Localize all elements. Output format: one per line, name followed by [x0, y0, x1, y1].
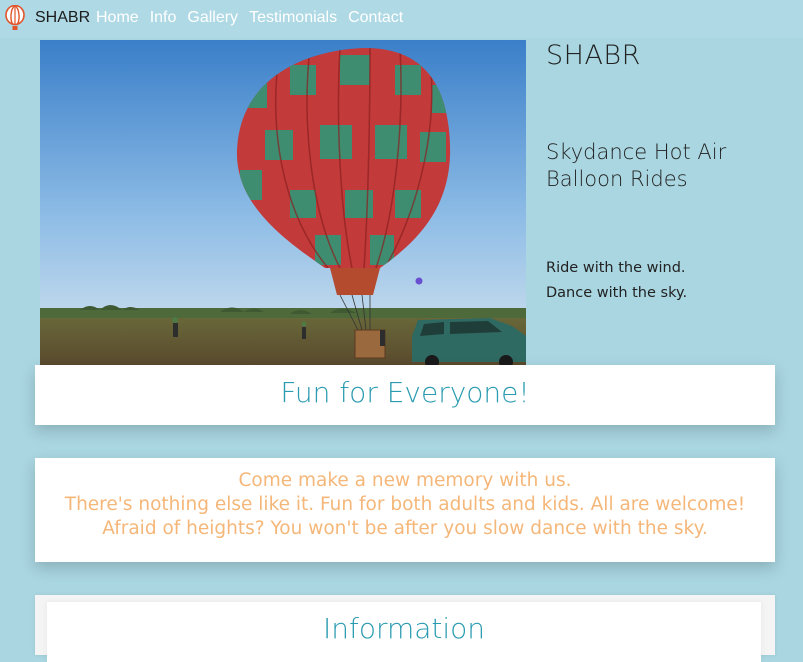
hero-title: SHABR: [546, 40, 641, 71]
fun-card-title: Fun for Everyone!: [280, 376, 530, 409]
memory-line: There's nothing else like it. Fun for bo…: [64, 494, 746, 515]
hero-image: [40, 40, 526, 365]
info-card-inner: Information: [47, 602, 761, 662]
memory-line: Afraid of heights? You won't be after yo…: [102, 518, 708, 539]
hero-subtitle: Skydance Hot Air Balloon Rides: [546, 140, 727, 191]
hot-air-balloon-icon[interactable]: [4, 5, 26, 31]
hero-tagline: Ride with the wind. Dance with the sky.: [546, 256, 786, 306]
nav-link-contact[interactable]: Contact: [348, 9, 403, 27]
nav-link-gallery[interactable]: Gallery: [187, 9, 238, 27]
tagline-line: Ride with the wind.: [546, 260, 686, 276]
brand-name[interactable]: SHABR: [35, 9, 90, 27]
nav-link-testimonials[interactable]: Testimonials: [249, 9, 337, 27]
memory-card: Come make a new memory with us. There's …: [35, 458, 775, 562]
tagline-line: Dance with the sky.: [546, 285, 688, 301]
memory-line: Come make a new memory with us.: [238, 470, 572, 491]
info-card: Information: [35, 595, 775, 662]
nav-link-info[interactable]: Info: [150, 9, 177, 27]
info-card-title: Information: [322, 612, 486, 645]
nav-link-home[interactable]: Home: [96, 9, 139, 27]
main-nav: Home Info Gallery Testimonials Contact: [96, 9, 403, 27]
fun-card: Fun for Everyone!: [35, 365, 775, 425]
navbar: SHABR Home Info Gallery Testimonials Con…: [0, 0, 803, 38]
